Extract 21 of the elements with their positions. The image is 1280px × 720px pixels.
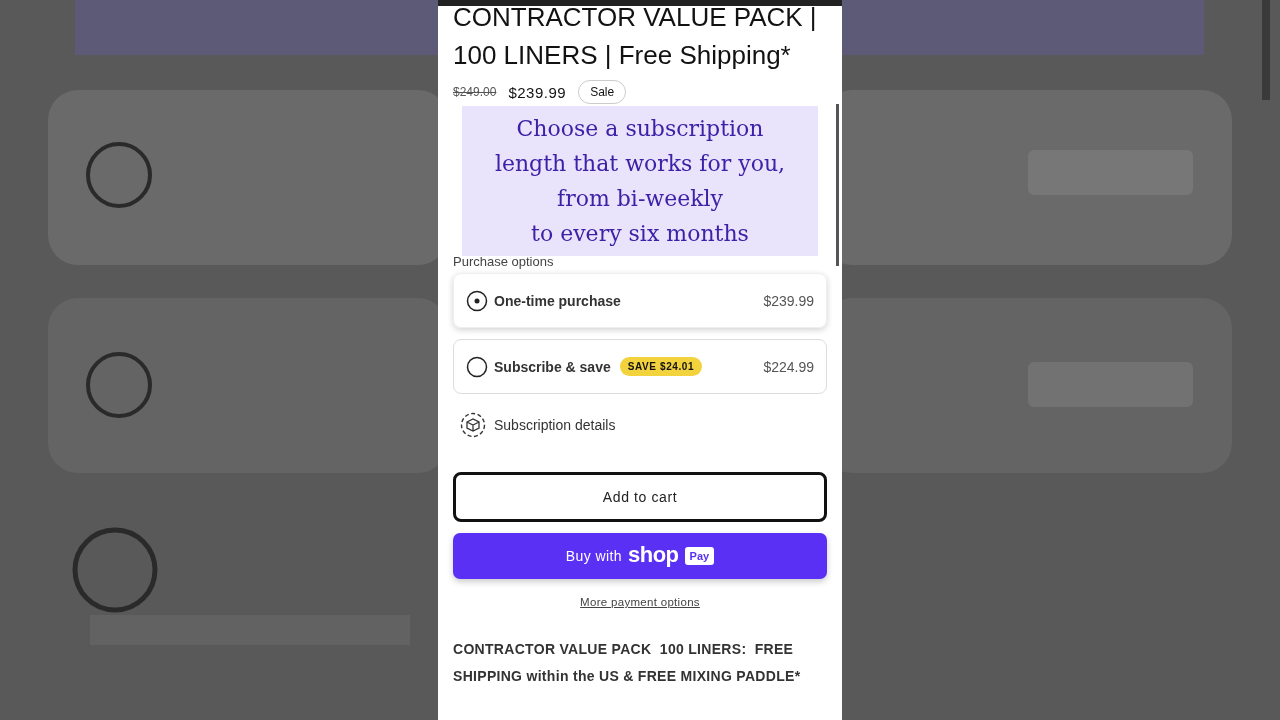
- radio-icon: [466, 289, 488, 312]
- product-title: 100 LINERS | Free Shipping*: [453, 39, 792, 72]
- subscription-details-link[interactable]: Subscription details: [494, 417, 616, 433]
- option-label: Subscribe & save: [494, 358, 611, 375]
- sale-price: $239.99: [508, 83, 567, 101]
- caption-overlay: Choose a subscription length that works for you, from bi-weekly to every six months: [462, 106, 818, 256]
- radio-icon: [466, 355, 488, 378]
- product-title: CONTRACTOR VALUE PACK |: [453, 1, 818, 34]
- compare-price: $249.00: [453, 85, 497, 99]
- add-to-cart-button[interactable]: Add to cart: [453, 472, 827, 522]
- purchase-option[interactable]: One-time purchase $239.99: [453, 273, 827, 328]
- option-price: $239.99: [763, 292, 814, 309]
- product-description: CONTRACTOR VALUE PACK 100 LINERS: FREE SHIPPING within the US & FREE MIXING PADDLE*: [453, 640, 802, 686]
- box-cycle-icon: [459, 411, 487, 439]
- more-payment-options-link[interactable]: More payment options: [580, 596, 700, 608]
- option-price: $224.99: [763, 358, 814, 375]
- save-badge: SAVE $24.01: [619, 357, 703, 376]
- purchase-options-label: Purchase options: [453, 254, 555, 269]
- shop-pay-button[interactable]: Buy with shop Pay: [453, 533, 827, 579]
- option-label: One-time purchase: [494, 292, 621, 309]
- purchase-option[interactable]: Subscribe & save SAVE $24.01 $224.99: [453, 339, 827, 394]
